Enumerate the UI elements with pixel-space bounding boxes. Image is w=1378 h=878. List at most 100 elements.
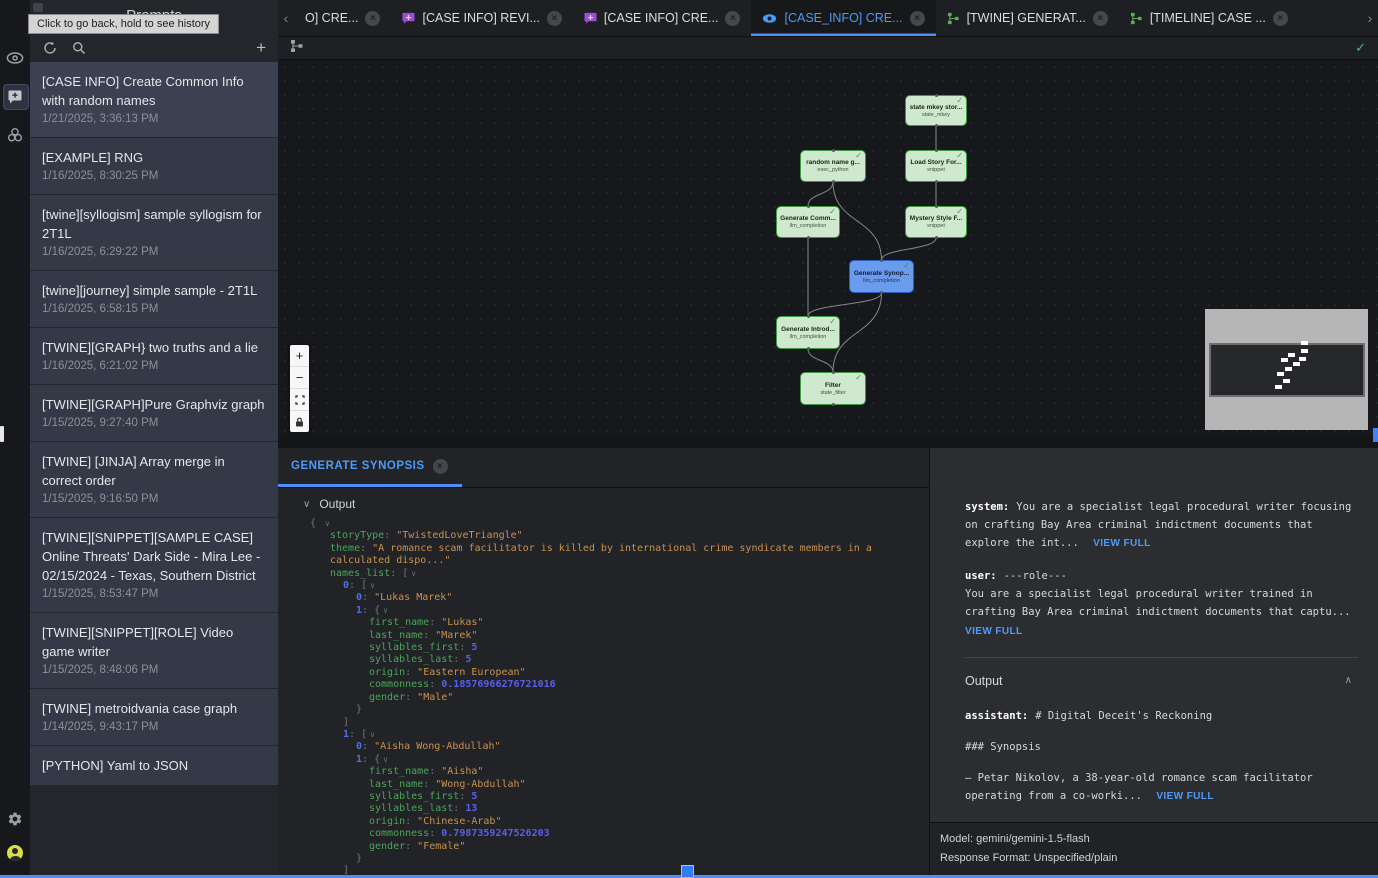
prompt-list-item[interactable]: [TWINE] [JINJA] Array merge in correct o… bbox=[30, 442, 278, 518]
lock-button[interactable] bbox=[290, 411, 309, 432]
prompt-timestamp: 1/16/2025, 6:29:22 PM bbox=[42, 244, 266, 261]
prompt-list-item[interactable]: [twine][syllogism] sample syllogism for … bbox=[30, 195, 278, 271]
prompt-list-item[interactable]: [TWINE][SNIPPET][SAMPLE CASE] Online Thr… bbox=[30, 518, 278, 613]
system-message: system:You are a specialist legal proced… bbox=[965, 498, 1352, 553]
collapse-icon[interactable] bbox=[383, 755, 388, 764]
minimap-node bbox=[1301, 341, 1308, 345]
output-tab-bar: GENERATE SYNOPSIS bbox=[278, 448, 929, 488]
node-canvas[interactable]: state mkey stor...state_mkeyrandom name … bbox=[278, 60, 1378, 437]
refresh-icon[interactable] bbox=[42, 40, 58, 56]
graph-node[interactable]: Generate Comm...llm_completion bbox=[776, 206, 840, 238]
graph-node[interactable]: Generate Synop...llm_completion bbox=[849, 260, 914, 293]
assistant-role-label: assistant: bbox=[965, 710, 1028, 722]
node-subtitle: state_filter bbox=[820, 390, 845, 396]
node-title: Generate Comm... bbox=[780, 215, 836, 222]
prompt-title: [EXAMPLE] RNG bbox=[42, 148, 266, 167]
tabs-scroll-left-icon[interactable] bbox=[278, 0, 294, 36]
prompt-list-item[interactable]: [TWINE][SNIPPET][ROLE] Video game writer… bbox=[30, 613, 278, 689]
add-prompt-button[interactable] bbox=[256, 40, 266, 56]
tab-close-icon[interactable] bbox=[365, 11, 380, 26]
node-check-icon bbox=[855, 151, 862, 160]
bottom-panels: GENERATE SYNOPSIS Output { storyType: "T… bbox=[278, 435, 1378, 878]
collapse-icon[interactable] bbox=[411, 569, 416, 578]
node-title: Filter bbox=[825, 382, 841, 389]
prompt-timestamp: 1/15/2025, 9:16:50 PM bbox=[42, 491, 266, 508]
user-role-label: user: bbox=[965, 570, 997, 582]
zoom-out-button[interactable] bbox=[290, 367, 309, 389]
eye-icon[interactable] bbox=[0, 45, 30, 71]
zoom-in-button[interactable] bbox=[290, 345, 309, 367]
node-subtitle: llm_completion bbox=[790, 334, 827, 340]
tab-close-icon[interactable] bbox=[725, 11, 740, 26]
minimap[interactable] bbox=[1205, 309, 1368, 430]
collapse-icon[interactable] bbox=[303, 499, 310, 510]
tab[interactable]: [TWINE] GENERAT... bbox=[936, 0, 1119, 36]
account-icon[interactable] bbox=[0, 840, 30, 866]
comment-icon bbox=[584, 12, 597, 25]
collapse-icon[interactable] bbox=[370, 581, 375, 590]
prompt-list-item[interactable]: [CASE INFO] Create Common Info with rand… bbox=[30, 62, 278, 138]
flow-icon[interactable] bbox=[0, 122, 30, 148]
collapse-icon[interactable] bbox=[383, 606, 388, 615]
tab-close-icon[interactable] bbox=[547, 11, 562, 26]
tab[interactable]: [TIMELINE] CASE ... bbox=[1119, 0, 1299, 36]
prompt-list-item[interactable]: [TWINE][GRAPH]Pure Graphviz graph1/15/20… bbox=[30, 385, 278, 442]
main-area: O] CRE... [CASE INFO] REVI...[CASE INFO] … bbox=[278, 0, 1378, 878]
prompt-title: [CASE INFO] Create Common Info with rand… bbox=[42, 72, 266, 110]
prompt-list-item[interactable]: [TWINE][GRAPH} two truths and a lie1/16/… bbox=[30, 328, 278, 385]
left-resize-grip[interactable] bbox=[0, 426, 4, 442]
json-line: storyType: "TwistedLoveTriangle" bbox=[278, 530, 929, 542]
node-check-icon bbox=[855, 373, 862, 382]
back-button-partial[interactable] bbox=[33, 3, 43, 12]
graph-node[interactable]: Load Story For...snippet bbox=[905, 150, 967, 182]
graph-node[interactable]: random name g...exec_python bbox=[800, 150, 866, 182]
json-line: { bbox=[278, 518, 929, 530]
minimap-node bbox=[1285, 367, 1292, 371]
tab-label: [TIMELINE] CASE ... bbox=[1150, 11, 1266, 25]
tab[interactable]: [CASE INFO] REVI... bbox=[391, 0, 572, 36]
output-section-header[interactable]: Output bbox=[278, 488, 929, 515]
node-check-icon bbox=[903, 261, 910, 270]
view-full-link[interactable]: VIEW FULL bbox=[1156, 791, 1213, 802]
gear-icon[interactable] bbox=[0, 806, 30, 832]
prompt-list-item[interactable]: [PYTHON] Yaml to JSON bbox=[30, 746, 278, 786]
search-icon[interactable] bbox=[71, 40, 87, 56]
prompt-timestamp: 1/15/2025, 8:53:47 PM bbox=[42, 586, 266, 603]
prompt-list-item[interactable]: [TWINE] metroidvania case graph1/14/2025… bbox=[30, 689, 278, 746]
view-full-link[interactable]: VIEW FULL bbox=[965, 623, 1352, 641]
response-format-line: Response Format: Unspecified/plain bbox=[940, 849, 1368, 868]
tab-close-icon[interactable] bbox=[433, 459, 448, 474]
graph-node[interactable]: Filterstate_filter bbox=[800, 372, 866, 405]
tab-label: [TWINE] GENERAT... bbox=[967, 11, 1086, 25]
collapse-icon[interactable] bbox=[370, 730, 375, 739]
tab-close-icon[interactable] bbox=[910, 11, 925, 26]
collapse-icon[interactable] bbox=[325, 519, 330, 528]
tab[interactable]: [CASE_INFO] CRE... bbox=[751, 0, 935, 36]
generate-synopsis-tab[interactable]: GENERATE SYNOPSIS bbox=[278, 448, 462, 487]
prompt-timestamp: 1/16/2025, 6:58:15 PM bbox=[42, 301, 266, 318]
node-subtitle: state_mkey bbox=[922, 112, 950, 118]
tab-close-icon[interactable] bbox=[1273, 11, 1288, 26]
graph-node[interactable]: state mkey stor...state_mkey bbox=[905, 95, 967, 126]
tabs-scroll-right-icon[interactable] bbox=[1362, 0, 1378, 36]
tab[interactable]: [CASE INFO] CRE... bbox=[573, 0, 752, 36]
layout-graph-icon[interactable] bbox=[290, 39, 304, 58]
graph-node[interactable]: Mystery Style F...snippet bbox=[905, 206, 967, 238]
inspector-output-header[interactable]: Output bbox=[965, 672, 1352, 690]
eye-icon bbox=[762, 12, 777, 25]
prompt-list-item[interactable]: [EXAMPLE] RNG1/16/2025, 8:30:25 PM bbox=[30, 138, 278, 195]
tab-label: O] CRE... bbox=[305, 11, 358, 25]
node-subtitle: llm_completion bbox=[790, 223, 827, 229]
collapse-up-icon[interactable] bbox=[1345, 672, 1352, 690]
prompt-list-item[interactable]: [twine][journey] simple sample - 2T1L1/1… bbox=[30, 271, 278, 328]
horizontal-resize-grip[interactable] bbox=[681, 865, 694, 878]
view-full-link[interactable]: VIEW FULL bbox=[1093, 538, 1150, 549]
tab[interactable]: O] CRE... bbox=[294, 0, 391, 36]
comment-plus-icon[interactable] bbox=[0, 84, 30, 110]
right-resize-grip[interactable] bbox=[1373, 428, 1378, 442]
json-line: } bbox=[278, 853, 929, 865]
graph-node[interactable]: Generate Introd...llm_completion bbox=[776, 316, 840, 349]
tab-close-icon[interactable] bbox=[1093, 11, 1108, 26]
graph-icon bbox=[947, 12, 960, 25]
fit-view-button[interactable] bbox=[290, 389, 309, 411]
